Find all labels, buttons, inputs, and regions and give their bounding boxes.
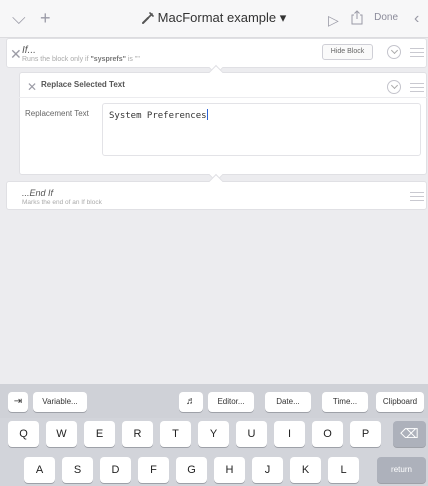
replacement-text-value: System Preferences <box>109 111 207 121</box>
drag-handle-icon[interactable] <box>410 48 424 60</box>
if-block-title: If... <box>22 45 36 56</box>
done-button[interactable]: Done <box>374 12 398 23</box>
settings-icon <box>141 12 154 24</box>
key-h[interactable]: H <box>214 457 245 483</box>
key-u[interactable]: U <box>236 421 267 447</box>
key-g[interactable]: G <box>176 457 207 483</box>
workflow-title[interactable]: MacFormat example ▾ <box>0 10 428 26</box>
replacement-text-field[interactable]: System Preferences <box>102 103 421 156</box>
key-j[interactable]: J <box>252 457 283 483</box>
back-icon[interactable]: ‹ <box>414 9 419 29</box>
key-i[interactable]: I <box>274 421 305 447</box>
key-q[interactable]: Q <box>8 421 39 447</box>
tab-button[interactable]: ⇥ <box>8 392 28 412</box>
close-icon[interactable]: ✕ <box>10 47 22 61</box>
key-f[interactable]: F <box>138 457 169 483</box>
editor-button[interactable]: Editor... <box>208 392 254 412</box>
clipboard-button[interactable]: Clipboard <box>376 392 424 412</box>
if-subtitle-variable[interactable]: "sysprefs" <box>90 56 125 63</box>
key-e[interactable]: E <box>84 421 115 447</box>
close-icon[interactable]: ✕ <box>27 80 37 94</box>
key-y[interactable]: Y <box>198 421 229 447</box>
key-r[interactable]: R <box>122 421 153 447</box>
toolbar: ⌵ + MacFormat example ▾ ▷ Done ‹ <box>0 0 428 38</box>
key-p[interactable]: P <box>350 421 381 447</box>
keyboard: ⇥ Variable... ♬ Editor... Date... Time..… <box>0 384 428 486</box>
title-caret-icon: ▾ <box>279 10 287 25</box>
key-o[interactable]: O <box>312 421 343 447</box>
chevron-down-circle-icon[interactable] <box>387 45 401 59</box>
return-key[interactable]: return <box>377 457 426 483</box>
key-k[interactable]: K <box>290 457 321 483</box>
date-button[interactable]: Date... <box>265 392 311 412</box>
key-a[interactable]: A <box>24 457 55 483</box>
key-d[interactable]: D <box>100 457 131 483</box>
drag-handle-icon[interactable] <box>410 83 424 95</box>
drag-handle-icon[interactable] <box>410 192 424 204</box>
key-t[interactable]: T <box>160 421 191 447</box>
share-icon[interactable] <box>351 9 363 29</box>
if-subtitle-pre: Runs the block only if <box>22 56 91 63</box>
play-icon[interactable]: ▷ <box>328 10 339 30</box>
chevron-down-circle-icon[interactable] <box>387 80 401 94</box>
text-cursor <box>206 109 208 120</box>
replacement-text-label: Replacement Text <box>25 109 89 118</box>
hide-block-button[interactable]: Hide Block <box>322 44 373 60</box>
time-button[interactable]: Time... <box>322 392 368 412</box>
variable-button[interactable]: Variable... <box>33 392 87 412</box>
divider <box>19 97 427 98</box>
magic-variable-icon[interactable]: ♬ <box>179 392 203 412</box>
endif-block-subtitle: Marks the end of an If block <box>22 199 102 206</box>
if-block-subtitle: Runs the block only if "sysprefs" is "" <box>22 56 140 63</box>
if-subtitle-post: is "" <box>125 56 140 63</box>
key-w[interactable]: W <box>46 421 77 447</box>
key-l[interactable]: L <box>328 457 359 483</box>
key-s[interactable]: S <box>62 457 93 483</box>
endif-block-title: ...End If <box>22 188 54 198</box>
workflow-title-text: MacFormat example <box>157 10 277 25</box>
keyboard-accessory-bar: ⇥ Variable... ♬ Editor... Date... Time..… <box>0 384 428 418</box>
replace-text-title: Replace Selected Text <box>41 80 125 89</box>
delete-key[interactable]: ⌫ <box>393 421 426 447</box>
